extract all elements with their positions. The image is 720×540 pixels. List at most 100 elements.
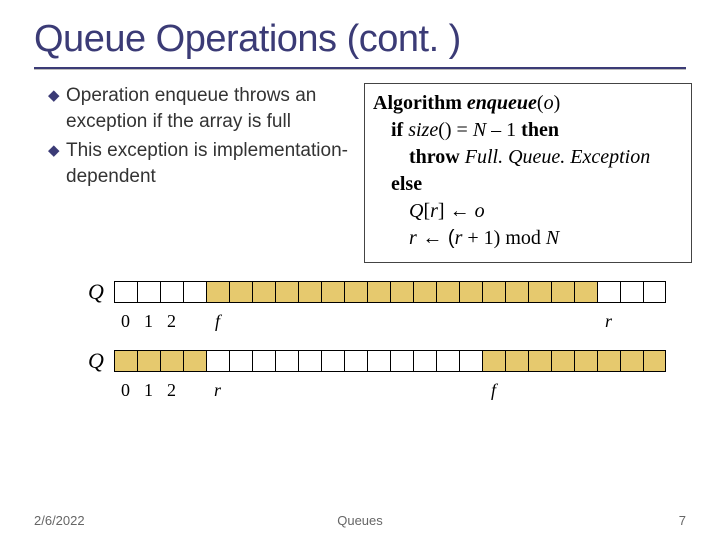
queue-index-label (229, 380, 252, 401)
queue-row-1: Q (88, 281, 720, 305)
queue-cell (436, 351, 459, 371)
queue-cell (551, 351, 574, 371)
queue-cell (252, 351, 275, 371)
queue-index-label (574, 380, 597, 401)
algo-assign2-line: r ← (r + 1) mod N (373, 225, 683, 252)
queue-cell (206, 282, 229, 302)
queue-cell (183, 351, 206, 371)
queue-cell (574, 282, 597, 302)
queue-cell (574, 351, 597, 371)
queue-index-label (436, 311, 459, 332)
queue-index-label (275, 380, 298, 401)
footer-topic: Queues (337, 513, 383, 528)
queue-index-label (390, 311, 413, 332)
queue-index-label (620, 311, 643, 332)
queue-index-label: r (206, 380, 229, 401)
content-row: ◆ Operation enqueue throws an exception … (0, 83, 720, 263)
queue-index-label (459, 311, 482, 332)
queue-cell (505, 351, 528, 371)
algo-header: Algorithm enqueue(o) (373, 90, 683, 117)
queue-cell (597, 351, 620, 371)
queue-cell (321, 351, 344, 371)
queue-index-label (528, 380, 551, 401)
queue-index-label: 2 (160, 380, 183, 401)
algo-else-line: else (373, 171, 683, 198)
queue-cell (137, 282, 160, 302)
queue-index-label (620, 380, 643, 401)
queue-cell (114, 282, 137, 302)
bullet-item: ◆ Operation enqueue throws an exception … (48, 83, 348, 134)
queue-cell (528, 282, 551, 302)
queue-index-label: 0 (114, 380, 137, 401)
queue-index-label (344, 311, 367, 332)
slide-title: Queue Operations (cont. ) (0, 0, 720, 67)
bullet-text: This exception is implementation-depende… (66, 138, 348, 189)
bullet-text: Operation enqueue throws an exception if… (66, 83, 348, 134)
queue-row-2: Q (88, 350, 720, 374)
queue-index-label (252, 311, 275, 332)
queue-cells (114, 281, 666, 303)
queue-index-label (436, 380, 459, 401)
queue-index-label (459, 380, 482, 401)
queue-label: Q (88, 348, 110, 374)
queue-index-label (551, 380, 574, 401)
bullet-list: ◆ Operation enqueue throws an exception … (48, 83, 348, 263)
queue-cell (643, 351, 666, 371)
queue-cell (321, 282, 344, 302)
queue-cell (390, 282, 413, 302)
queue-index-label: f (206, 311, 229, 332)
queue-index-label: r (597, 311, 620, 332)
queue-cell (482, 351, 505, 371)
queue-cell (413, 351, 436, 371)
slide-footer: 2/6/2022 Queues 7 (0, 513, 720, 528)
queue-index-label (413, 311, 436, 332)
queue-index-label (252, 380, 275, 401)
queue-cell (551, 282, 574, 302)
queue-cell (206, 351, 229, 371)
queue-cell (620, 351, 643, 371)
footer-page: 7 (679, 513, 686, 528)
queue-index-label (643, 311, 666, 332)
queue-index-label (505, 380, 528, 401)
title-divider (34, 67, 686, 69)
queue-index-label (321, 311, 344, 332)
queue-cell (229, 351, 252, 371)
queue-index-label: f (482, 380, 505, 401)
queue-index-label (298, 380, 321, 401)
queue-cells (114, 350, 666, 372)
queue-index-row: 012fr (114, 311, 720, 332)
queue-index-label (183, 311, 206, 332)
queue-cell (643, 282, 666, 302)
queue-cell (298, 351, 321, 371)
queue-index-label (183, 380, 206, 401)
queue-index-label (367, 311, 390, 332)
queue-cell (620, 282, 643, 302)
queue-cell (137, 351, 160, 371)
queue-cell (482, 282, 505, 302)
queue-cell (275, 282, 298, 302)
bullet-marker-icon: ◆ (48, 138, 66, 189)
queue-diagrams: Q 012fr Q 012rf (88, 281, 720, 401)
queue-index-label (551, 311, 574, 332)
queue-cell (459, 282, 482, 302)
bullet-marker-icon: ◆ (48, 83, 66, 134)
queue-cell (275, 351, 298, 371)
queue-cell (160, 351, 183, 371)
queue-index-label (643, 380, 666, 401)
queue-label: Q (88, 279, 110, 305)
queue-index-label (413, 380, 436, 401)
queue-cell (367, 282, 390, 302)
queue-cell (436, 282, 459, 302)
queue-cell (459, 351, 482, 371)
queue-index-label (574, 311, 597, 332)
queue-cell (413, 282, 436, 302)
queue-index-label (344, 380, 367, 401)
bullet-item: ◆ This exception is implementation-depen… (48, 138, 348, 189)
queue-cell (298, 282, 321, 302)
queue-cell (367, 351, 390, 371)
queue-cell (183, 282, 206, 302)
queue-cell (160, 282, 183, 302)
queue-index-label (321, 380, 344, 401)
queue-cell (597, 282, 620, 302)
queue-index-label: 1 (137, 380, 160, 401)
